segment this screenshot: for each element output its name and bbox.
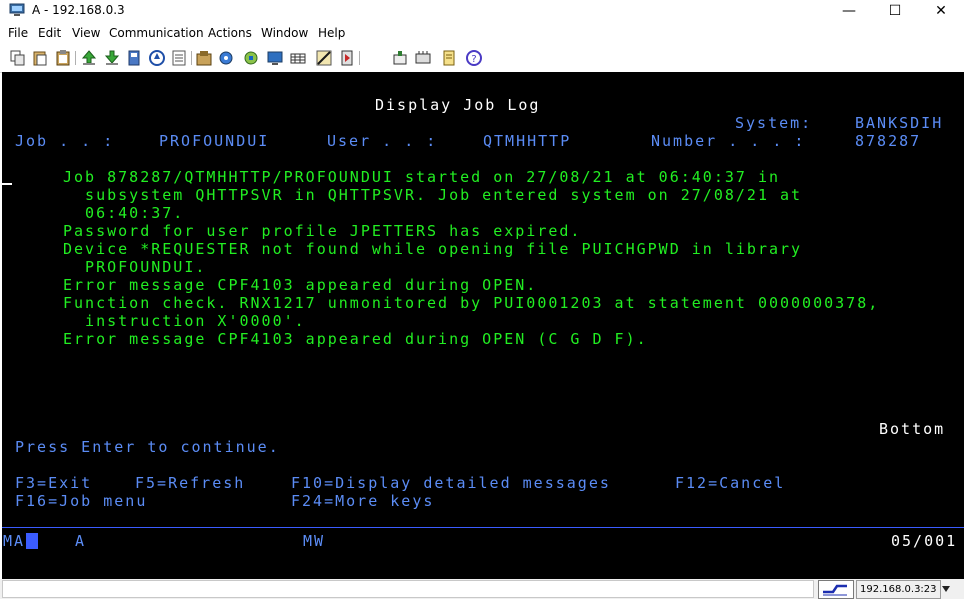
help-icon[interactable]: ? bbox=[466, 50, 482, 66]
message-line[interactable]: Password for user profile JPETTERS has e… bbox=[63, 222, 581, 240]
menu-file[interactable]: File bbox=[8, 26, 28, 40]
message-line[interactable]: Error message CPF4103 appeared during OP… bbox=[63, 276, 537, 294]
oia-divider bbox=[2, 527, 964, 528]
number-value: 878287 bbox=[855, 132, 922, 150]
receive-file-icon[interactable] bbox=[104, 50, 120, 66]
maximize-icon: ☐ bbox=[888, 3, 902, 19]
app-monitor-icon bbox=[9, 3, 25, 16]
play-icon[interactable] bbox=[415, 50, 431, 66]
cursor-position: 05/001 bbox=[891, 532, 958, 550]
menu-view[interactable]: View bbox=[72, 26, 100, 40]
enter-prompt: Press Enter to continue. bbox=[15, 438, 280, 456]
bottom-indicator: Bottom bbox=[879, 420, 946, 438]
fkey-f5[interactable]: F5=Refresh bbox=[135, 474, 245, 492]
menu-help[interactable]: Help bbox=[318, 26, 345, 40]
message-line[interactable]: Device *REQUESTER not found while openin… bbox=[63, 240, 802, 258]
notes-icon[interactable] bbox=[171, 50, 187, 66]
print-icon[interactable] bbox=[126, 50, 142, 66]
message-line[interactable]: Error message CPF4103 appeared during OP… bbox=[63, 330, 648, 348]
close-button[interactable]: ✕ bbox=[918, 0, 964, 22]
toolbar: ? bbox=[0, 43, 964, 73]
connection-address: 192.168.0.3:23 bbox=[856, 580, 941, 599]
terminal-screen[interactable]: Display Job Log System: BANKSDIH Job . .… bbox=[2, 72, 964, 579]
toolbar-separator bbox=[75, 51, 76, 65]
oia-session: MA bbox=[3, 532, 26, 550]
help-record-icon[interactable] bbox=[339, 50, 355, 66]
svg-text:?: ? bbox=[471, 54, 476, 65]
map-icon[interactable] bbox=[316, 50, 332, 66]
display-icon[interactable] bbox=[267, 50, 283, 66]
scroll-down-icon[interactable] bbox=[942, 586, 950, 592]
message-line: instruction X'0000'. bbox=[63, 312, 306, 330]
connection-status-icon bbox=[818, 580, 854, 599]
title-bar: A - 192.168.0.3 — ☐ ✕ bbox=[0, 0, 964, 22]
system-value: BANKSDIH bbox=[855, 114, 944, 132]
network-icon[interactable] bbox=[243, 50, 259, 66]
message-line[interactable]: Job 878287/QTMHHTTP/PROFOUNDUI started o… bbox=[63, 168, 780, 186]
fkey-f3[interactable]: F3=Exit bbox=[15, 474, 92, 492]
fkey-f24[interactable]: F24=More keys bbox=[291, 492, 434, 510]
screen-title: Display Job Log bbox=[375, 96, 541, 114]
paste-icon[interactable] bbox=[32, 50, 48, 66]
menu-window[interactable]: Window bbox=[261, 26, 308, 40]
maximize-button[interactable]: ☐ bbox=[872, 0, 918, 22]
toolbar-separator bbox=[191, 51, 192, 65]
fkey-f12[interactable]: F12=Cancel bbox=[675, 474, 785, 492]
edit-icon[interactable] bbox=[441, 50, 457, 66]
window-title: A - 192.168.0.3 bbox=[32, 3, 125, 17]
menu-communication[interactable]: Communication bbox=[109, 26, 204, 40]
stop-record-icon[interactable] bbox=[392, 50, 408, 66]
message-line: subsystem QHTTPSVR in QHTTPSVR. Job ente… bbox=[63, 186, 803, 204]
job-value: PROFOUNDUI bbox=[159, 132, 270, 150]
minimize-button[interactable]: — bbox=[826, 0, 872, 22]
horizontal-scrollbar[interactable] bbox=[2, 580, 814, 598]
oia-indicator: MW bbox=[303, 532, 326, 550]
message-line: PROFOUNDUI. bbox=[63, 258, 207, 276]
user-label: User . . : bbox=[327, 132, 438, 150]
fkey-f16[interactable]: F16=Job menu bbox=[15, 492, 147, 510]
screen-marker bbox=[2, 183, 12, 185]
user-value: QTMHHTTP bbox=[483, 132, 572, 150]
job-label: Job . . : bbox=[15, 132, 115, 150]
macro-icon[interactable] bbox=[149, 50, 165, 66]
menu-edit[interactable]: Edit bbox=[38, 26, 61, 40]
system-label: System: bbox=[735, 114, 813, 132]
settings-icon[interactable] bbox=[218, 50, 234, 66]
send-file-icon[interactable] bbox=[81, 50, 97, 66]
fkey-f10[interactable]: F10=Display detailed messages bbox=[291, 474, 611, 492]
oia-mode: A bbox=[75, 532, 87, 550]
copy-icon[interactable] bbox=[10, 50, 26, 66]
package-icon[interactable] bbox=[196, 50, 212, 66]
text-cursor bbox=[26, 533, 38, 549]
number-label: Number . . . : bbox=[651, 132, 806, 150]
menu-bar: File Edit View Communication Actions Win… bbox=[0, 22, 964, 43]
close-icon: ✕ bbox=[935, 3, 947, 19]
minimize-icon: — bbox=[842, 3, 856, 19]
menu-actions[interactable]: Actions bbox=[208, 26, 252, 40]
message-line: 06:40:37. bbox=[63, 204, 185, 222]
message-line[interactable]: Function check. RNX1217 unmonitored by P… bbox=[63, 294, 879, 312]
status-bar: 192.168.0.3:23 bbox=[0, 579, 964, 599]
clipboard-icon[interactable] bbox=[55, 50, 71, 66]
toolbar-separator bbox=[359, 51, 360, 65]
keyboard-icon[interactable] bbox=[290, 50, 306, 66]
